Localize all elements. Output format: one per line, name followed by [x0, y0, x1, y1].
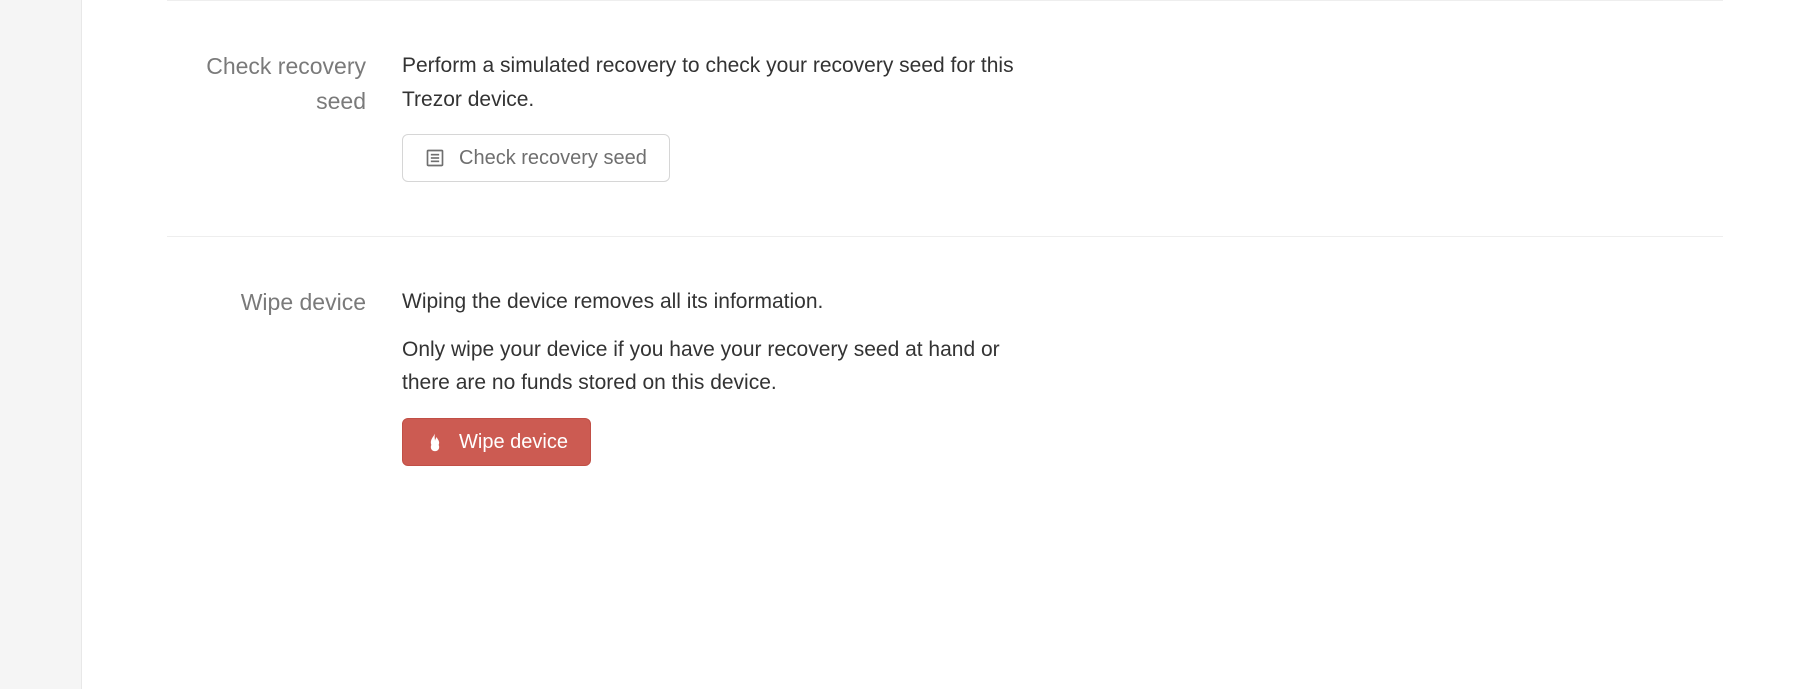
check-recovery-seed-section: Check recovery seed Perform a simulated …	[167, 0, 1723, 236]
wipe-device-label: Wipe device	[167, 285, 402, 466]
wipe-device-body: Wiping the device removes all its inform…	[402, 285, 1022, 466]
fire-icon	[425, 432, 445, 452]
wipe-device-button-label: Wipe device	[459, 432, 568, 452]
list-icon	[425, 148, 445, 168]
wipe-device-button[interactable]: Wipe device	[402, 418, 591, 466]
check-recovery-seed-body: Perform a simulated recovery to check yo…	[402, 49, 1022, 182]
check-recovery-seed-description: Perform a simulated recovery to check yo…	[402, 49, 1022, 116]
sidebar-placeholder	[0, 0, 82, 689]
check-recovery-seed-label: Check recovery seed	[167, 49, 402, 182]
check-recovery-seed-button-label: Check recovery seed	[459, 148, 647, 168]
wipe-device-section: Wipe device Wiping the device removes al…	[167, 236, 1723, 520]
settings-panel: Check recovery seed Perform a simulated …	[82, 0, 1808, 689]
check-recovery-seed-button[interactable]: Check recovery seed	[402, 134, 670, 182]
wipe-device-description-2: Only wipe your device if you have your r…	[402, 333, 1022, 400]
wipe-device-description-1: Wiping the device removes all its inform…	[402, 285, 1022, 319]
